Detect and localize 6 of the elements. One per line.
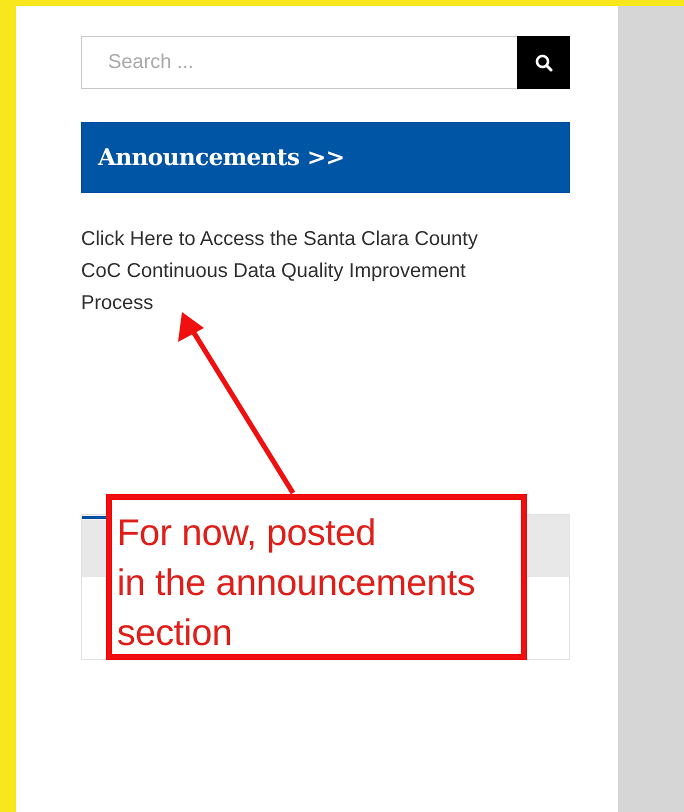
annotation-callout: For now, posted in the announcements section [106, 494, 527, 660]
search-icon [534, 54, 552, 72]
announcement-link[interactable]: Click Here to Access the Santa Clara County CoC Continuous Data Quality Improvement Process [81, 223, 511, 319]
announcements-heading[interactable]: Announcements >> [81, 122, 570, 193]
search-field[interactable]: Search ... [81, 36, 517, 89]
search-button[interactable] [517, 36, 570, 89]
